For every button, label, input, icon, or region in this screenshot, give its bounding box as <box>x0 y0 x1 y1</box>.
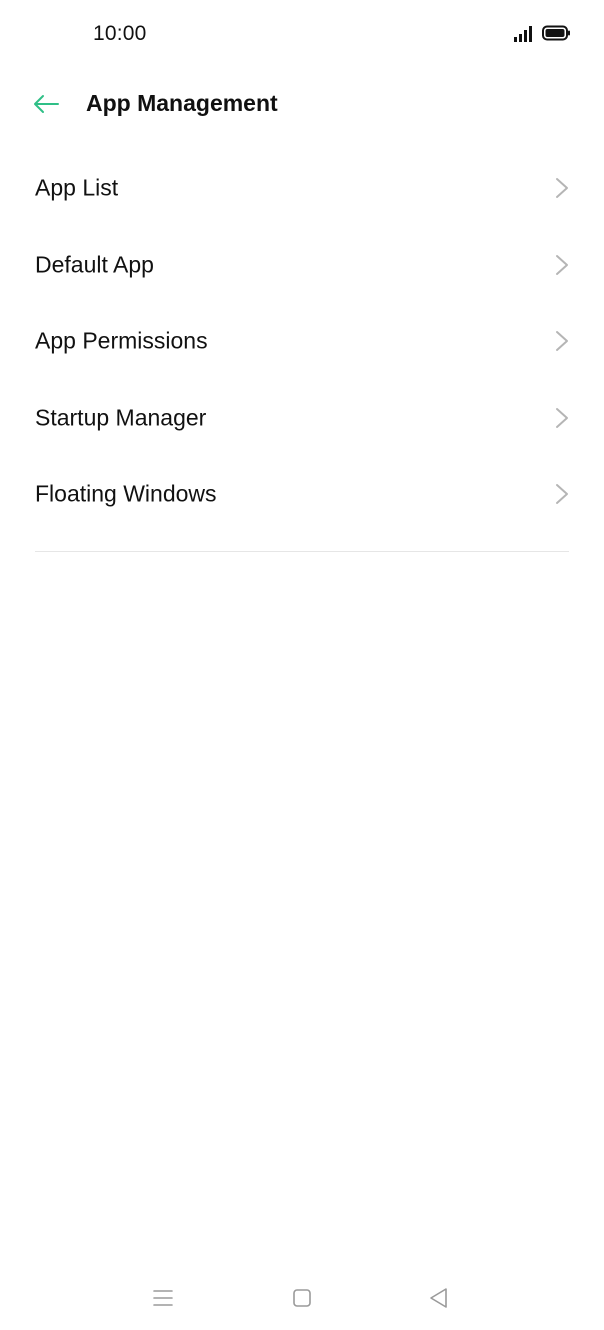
chevron-right-icon <box>556 254 568 275</box>
chevron-right-icon <box>556 178 568 199</box>
home-button[interactable] <box>290 1286 314 1310</box>
menu-item-app-list[interactable]: App List <box>0 150 604 227</box>
back-button[interactable] <box>26 84 66 124</box>
status-time: 10:00 <box>93 22 147 45</box>
menu-item-label: App Permissions <box>35 327 208 354</box>
divider <box>35 551 569 552</box>
menu-item-default-app[interactable]: Default App <box>0 227 604 304</box>
battery-icon <box>542 25 570 41</box>
status-bar: 10:00 <box>0 0 604 68</box>
home-square-icon <box>293 1289 311 1307</box>
nav-back-button[interactable] <box>427 1286 451 1310</box>
chevron-right-icon <box>556 407 568 428</box>
recents-button[interactable] <box>151 1286 175 1310</box>
menu-item-label: Default App <box>35 251 154 278</box>
menu-item-label: Floating Windows <box>35 480 217 507</box>
back-triangle-icon <box>430 1288 447 1308</box>
menu-list: App List Default App App Permissions Sta… <box>0 150 604 533</box>
chevron-right-icon <box>556 331 568 352</box>
page-title: App Management <box>86 90 278 116</box>
menu-item-floating-windows[interactable]: Floating Windows <box>0 456 604 533</box>
signal-icon <box>514 26 532 42</box>
menu-item-startup-manager[interactable]: Startup Manager <box>0 380 604 457</box>
header: App Management <box>0 68 604 140</box>
recents-menu-icon <box>153 1290 173 1306</box>
menu-item-label: Startup Manager <box>35 404 207 431</box>
system-nav-bar <box>0 1270 604 1330</box>
menu-item-label: App List <box>35 174 119 201</box>
menu-item-app-permissions[interactable]: App Permissions <box>0 303 604 380</box>
app-management-screen: 10:00 App Management App List Default Ap… <box>0 0 604 1330</box>
chevron-right-icon <box>556 484 568 505</box>
arrow-left-icon <box>34 95 59 113</box>
